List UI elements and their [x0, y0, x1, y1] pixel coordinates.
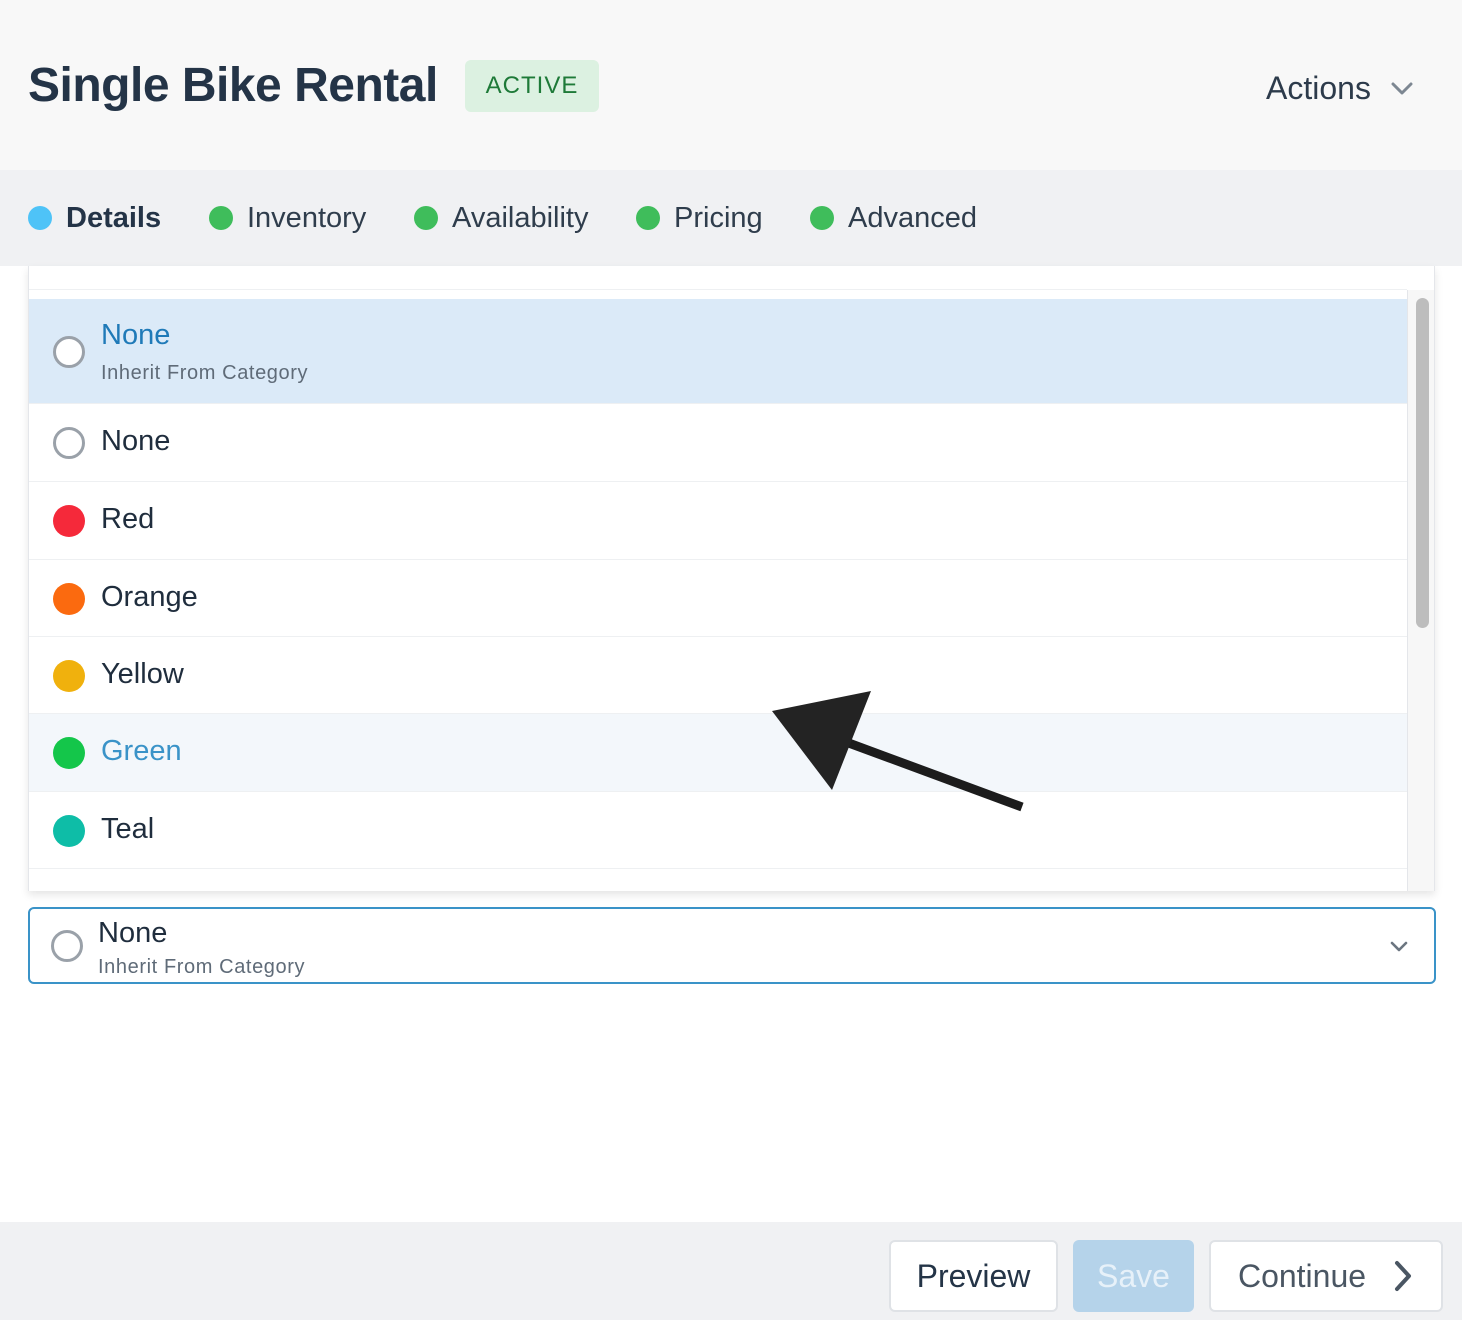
page: Single Bike Rental ACTIVE Actions Detail…: [0, 0, 1462, 1320]
tab-label: Inventory: [247, 201, 367, 234]
save-button[interactable]: Save: [1073, 1240, 1194, 1312]
tab-label: Pricing: [674, 201, 763, 234]
tab-label: Details: [66, 201, 162, 234]
option-label: Orange: [101, 580, 198, 613]
status-dot-icon: [810, 206, 834, 230]
tab-label: Advanced: [848, 201, 977, 234]
actions-menu-button[interactable]: Actions: [1266, 66, 1415, 110]
continue-button[interactable]: Continue: [1209, 1240, 1443, 1312]
dropdown-scrollbar[interactable]: [1407, 290, 1434, 891]
option-label: Green: [101, 735, 182, 767]
color-option-green[interactable]: Green: [29, 714, 1407, 792]
empty-color-swatch-icon: [51, 930, 83, 962]
status-dot-icon: [636, 206, 660, 230]
color-swatch-icon: [53, 737, 85, 769]
color-swatch-icon: [53, 659, 85, 692]
color-dropdown-panel: None Inherit From Category None Red Orange Ye…: [28, 266, 1435, 891]
chevron-down-icon: [1391, 82, 1413, 95]
divider: [29, 289, 1407, 290]
tab-label: Availability: [452, 201, 589, 234]
option-label: Yellow: [101, 657, 184, 690]
footer-bar: Preview Save Continue: [0, 1222, 1462, 1320]
color-select[interactable]: None Inherit From Category: [28, 907, 1436, 984]
page-title: Single Bike Rental: [28, 59, 438, 112]
color-option-none[interactable]: None Inherit From Category: [29, 299, 1407, 404]
option-label: Red: [101, 503, 155, 535]
continue-label: Continue: [1237, 1257, 1367, 1294]
preview-button[interactable]: Preview: [889, 1240, 1058, 1312]
scrollbar-thumb[interactable]: [1416, 298, 1429, 628]
select-value-label: None: [98, 917, 168, 949]
option-label: None: [101, 319, 171, 351]
color-option-orange[interactable]: Orange: [29, 560, 1407, 637]
page-header: Single Bike Rental ACTIVE Actions: [0, 0, 1462, 170]
select-value-sublabel: Inherit From Category: [98, 956, 306, 978]
empty-color-swatch-icon: [53, 335, 85, 368]
color-option-none[interactable]: None: [29, 404, 1407, 482]
color-option-teal[interactable]: Teal: [29, 792, 1407, 869]
color-swatch-icon: [53, 582, 85, 615]
tab-pricing[interactable]: Pricing: [636, 170, 763, 266]
tab-inventory[interactable]: Inventory: [209, 170, 366, 266]
step-tabs: Details Inventory Availability Pricing Advan…: [0, 170, 1462, 266]
actions-label: Actions: [1266, 69, 1371, 106]
color-swatch-icon: [53, 505, 85, 537]
chevron-down-icon: [1390, 941, 1408, 952]
status-badge: ACTIVE: [465, 60, 599, 112]
tab-advanced[interactable]: Advanced: [810, 170, 977, 266]
empty-color-swatch-icon: [53, 427, 85, 459]
chevron-right-icon: [1395, 1261, 1412, 1291]
color-swatch-icon: [53, 814, 85, 847]
status-dot-icon: [209, 206, 233, 230]
annotation-arrow-icon: [772, 691, 1024, 812]
tab-details[interactable]: Details: [28, 170, 161, 266]
color-option-red[interactable]: Red: [29, 482, 1407, 560]
tab-availability[interactable]: Availability: [414, 170, 588, 266]
option-label: None: [101, 425, 171, 457]
status-dot-icon: [414, 206, 438, 230]
option-sublabel: Inherit From Category: [101, 362, 309, 384]
option-label: Teal: [101, 812, 155, 845]
color-option-yellow[interactable]: Yellow: [29, 637, 1407, 714]
status-dot-icon: [28, 206, 52, 230]
